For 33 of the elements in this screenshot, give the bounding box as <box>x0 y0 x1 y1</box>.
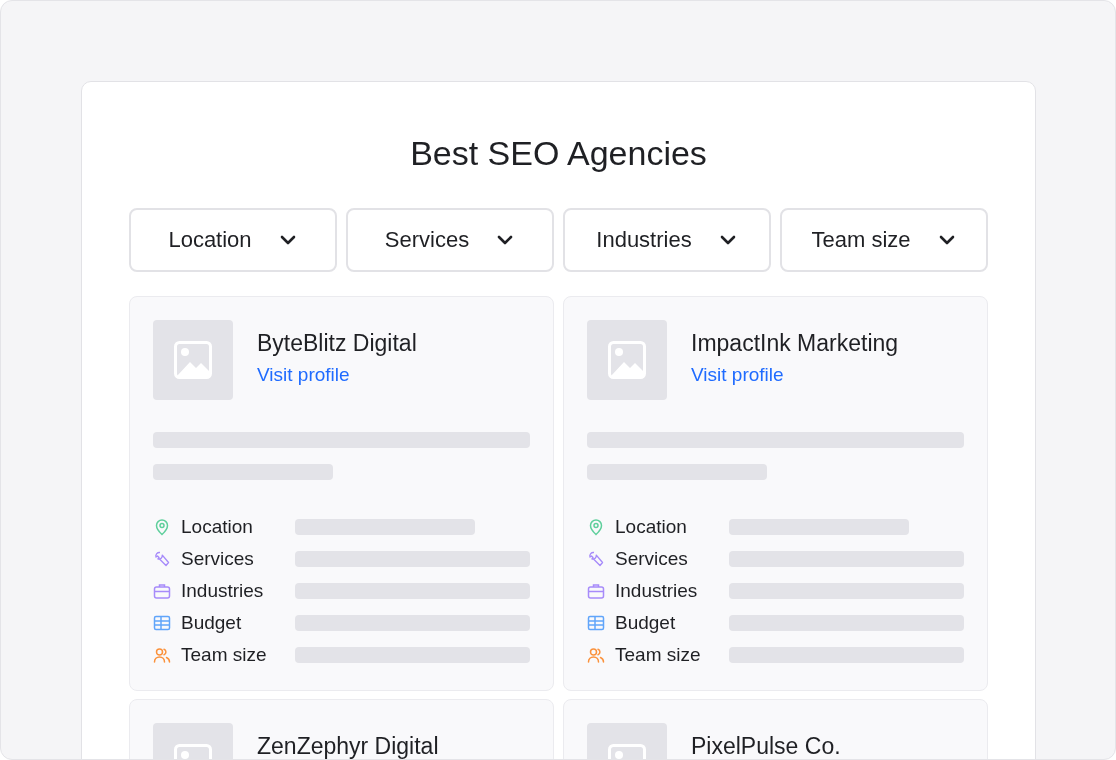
table-icon <box>587 614 605 632</box>
field-label: Industries <box>615 580 699 602</box>
filter-dropdown[interactable]: Industries <box>563 208 771 272</box>
field-label: Industries <box>181 580 265 602</box>
filter-dropdown[interactable]: Location <box>129 208 337 272</box>
field-label: Location <box>181 516 254 538</box>
wrench-icon <box>153 550 171 568</box>
filter-dropdown[interactable]: Team size <box>780 208 988 272</box>
agency-name: ByteBlitz Digital <box>257 329 417 358</box>
field-label: Location <box>615 516 688 538</box>
table-icon <box>153 614 171 632</box>
wrench-icon <box>587 550 605 568</box>
agency-name: PixelPulse Co. <box>691 732 841 759</box>
agency-name: ImpactInk Marketing <box>691 329 899 358</box>
field-label: Budget <box>615 612 677 634</box>
visit-profile-link[interactable]: Visit profile <box>691 364 784 386</box>
field-label: Budget <box>181 612 243 634</box>
page-title: Best SEO Agencies <box>409 133 708 174</box>
visit-profile-link[interactable]: Visit profile <box>257 364 350 386</box>
filter-dropdown[interactable]: Services <box>346 208 554 272</box>
people-icon <box>153 646 171 664</box>
briefcase-icon <box>153 582 171 600</box>
image-icon <box>608 341 646 379</box>
map-pin-icon <box>153 518 171 536</box>
briefcase-icon <box>587 582 605 600</box>
map-pin-icon <box>587 518 605 536</box>
field-label: Team size <box>615 644 702 666</box>
field-label: Services <box>615 548 689 570</box>
people-icon <box>587 646 605 664</box>
field-label: Team size <box>181 644 268 666</box>
field-label: Services <box>181 548 255 570</box>
agency-name: ZenZephyr Digital <box>257 732 439 759</box>
image-icon <box>174 341 212 379</box>
